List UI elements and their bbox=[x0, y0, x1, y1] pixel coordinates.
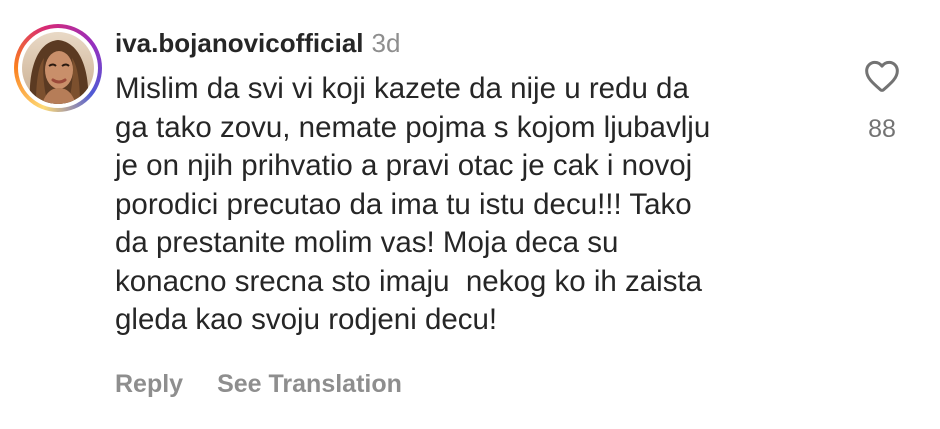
comment-text-line: je on njih prihvatio a pravi otac je cak… bbox=[115, 149, 693, 182]
heart-outline-icon bbox=[865, 60, 899, 92]
username[interactable]: iva.bojanovicofficial bbox=[115, 28, 364, 58]
comment-text-line: Mislim da svi vi koji kazete da nije u r… bbox=[115, 72, 689, 105]
comment-text-line: konacno srecna sto imaju nekog ko ih zai… bbox=[115, 264, 703, 298]
comment-text-line: gleda kao svoju rodjeni decu! bbox=[115, 303, 498, 336]
like-count: 88 bbox=[868, 115, 896, 143]
comment-text-line: da prestanite molim vas! Moja deca su bbox=[115, 226, 619, 259]
comment-text-line: ga tako zovu, nemate pojma s kojom ljuba… bbox=[115, 110, 711, 144]
comment-text-line: porodici precutao da ima tu istu decu!!!… bbox=[115, 187, 692, 221]
avatar-border bbox=[18, 28, 98, 108]
comment: iva.bojanovicofficial 3d Mislim da svi vi… bbox=[0, 0, 940, 429]
see-translation-button[interactable]: See Translation bbox=[217, 370, 402, 398]
reply-button[interactable]: Reply bbox=[115, 370, 183, 398]
comment-header: iva.bojanovicofficial 3d bbox=[115, 27, 400, 59]
story-ring[interactable] bbox=[14, 24, 102, 112]
avatar-photo bbox=[22, 32, 94, 104]
comment-text: Mislim da svi vi koji kazete da nije u r… bbox=[115, 70, 835, 340]
timestamp: 3d bbox=[371, 28, 401, 58]
like-button[interactable] bbox=[862, 56, 902, 96]
comment-actions: Reply See Translation bbox=[115, 368, 402, 400]
avatar[interactable] bbox=[22, 32, 94, 104]
